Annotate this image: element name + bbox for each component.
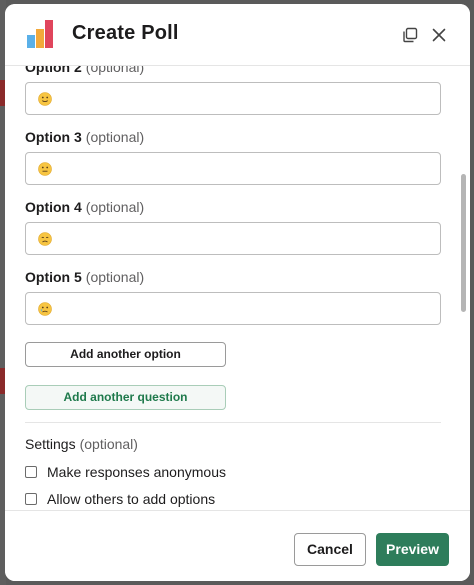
neutral-face-icon xyxy=(38,162,52,176)
preview-button[interactable]: Preview xyxy=(376,533,449,566)
settings-label: Settings (optional) xyxy=(25,436,138,452)
modal-title: Create Poll xyxy=(72,22,179,44)
modal-footer: Cancel Preview xyxy=(5,510,470,581)
option5-label: Option 5 (optional) xyxy=(25,269,145,285)
allow-add-options-checkbox-row[interactable]: Allow others to add options xyxy=(25,490,215,508)
anonymous-checkbox-label: Make responses anonymous xyxy=(47,464,226,480)
bar-chart-logo-icon xyxy=(27,20,53,48)
anonymous-checkbox-row[interactable]: Make responses anonymous xyxy=(25,463,226,481)
allow-add-options-checkbox[interactable] xyxy=(25,493,37,505)
anonymous-checkbox[interactable] xyxy=(25,466,37,478)
option4-input[interactable] xyxy=(25,222,441,255)
disappointed-face-icon xyxy=(38,232,52,246)
add-question-button[interactable]: Add another question xyxy=(25,385,226,410)
popout-icon[interactable] xyxy=(399,24,421,46)
option4-label: Option 4 (optional) xyxy=(25,199,145,215)
add-option-button[interactable]: Add another option xyxy=(25,342,226,367)
option2-input[interactable] xyxy=(25,82,441,115)
option5-input[interactable] xyxy=(25,292,441,325)
modal-header: Create Poll xyxy=(5,4,470,66)
slightly-smiling-face-icon xyxy=(38,92,52,106)
option2-label: Option 2 (optional) xyxy=(25,66,145,75)
scrollbar[interactable] xyxy=(461,174,466,312)
divider xyxy=(25,422,441,423)
modal-body: Option 2 (optional) Option 3 (optional) Op… xyxy=(5,66,470,510)
option3-input[interactable] xyxy=(25,152,441,185)
cancel-button[interactable]: Cancel xyxy=(294,533,366,566)
close-icon[interactable] xyxy=(428,24,450,46)
option3-label: Option 3 (optional) xyxy=(25,129,145,145)
allow-add-options-checkbox-label: Allow others to add options xyxy=(47,491,216,507)
create-poll-modal: Create Poll Option 2 (optional) Option 3… xyxy=(5,4,470,581)
crying-face-icon xyxy=(38,302,52,316)
